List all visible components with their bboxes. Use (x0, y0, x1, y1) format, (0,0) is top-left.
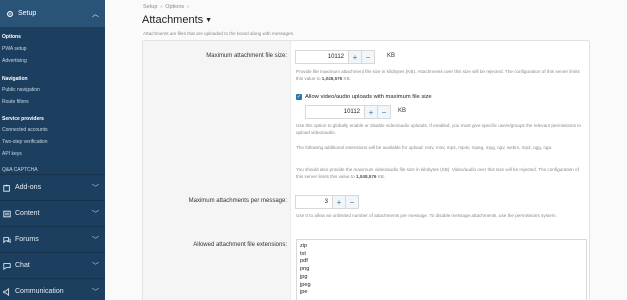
form-label-column (143, 41, 291, 300)
extension-line: png (300, 266, 310, 273)
max-file-size-stepper: 10112 + − (295, 50, 375, 64)
video-hint-1: Use this option to globally enable or di… (296, 123, 581, 135)
chat-icon (2, 261, 11, 270)
sidebar-section-chat[interactable]: Chat ﹀ (0, 252, 105, 278)
breadcrumb-item-options[interactable]: Options (165, 4, 184, 10)
checkmark-icon: ✓ (296, 94, 302, 100)
video-size-input[interactable]: 10112 (305, 105, 365, 119)
video-size-stepper: 10112 + − (305, 105, 391, 119)
options-form: Maximum attachment file size: 10112 + − … (142, 40, 590, 300)
page-description: Attachments are files that are uploaded … (143, 31, 295, 36)
caret-down-icon: ▼ (205, 17, 213, 24)
sidebar-group-navigation: Navigation (2, 75, 28, 82)
chevron-down-icon: ﹀ (92, 262, 99, 270)
hint-limit: 1,048,576 (356, 174, 377, 179)
communication-icon (2, 287, 11, 296)
admin-sidebar: Setup ︿ Options PWA setup Advertising Na… (0, 0, 105, 300)
plus-icon[interactable]: + (364, 105, 378, 119)
minus-icon[interactable]: − (361, 50, 375, 64)
hint-text: KB. (376, 174, 386, 179)
hint-limit: 1,048,576 (321, 76, 343, 81)
max-per-message-hint: Use 0 to allow an unlimited number of at… (296, 213, 557, 218)
sidebar-header-setup[interactable]: Setup ︿ (0, 0, 105, 27)
max-file-size-label: Maximum attachment file size: (206, 53, 287, 59)
allowed-extensions-label: Allowed attachment file extensions: (193, 242, 287, 248)
extension-line: jpeg (300, 281, 311, 288)
sidebar-header-label: Setup (18, 10, 37, 17)
allowed-extensions-textarea[interactable]: zip txt pdf png jpg jpeg jpe (296, 239, 587, 300)
extension-line: zip (300, 243, 308, 249)
sidebar-section-label: Add-ons (15, 184, 42, 191)
breadcrumb-separator: › (187, 4, 190, 10)
extension-line: txt (300, 250, 306, 257)
chevron-down-icon: ﹀ (92, 236, 99, 244)
sidebar-item-two-step-verification[interactable]: Two-step verification (0, 136, 105, 148)
sidebar-section-label: Content (15, 210, 40, 217)
page-title-text: Attachments (142, 14, 204, 26)
puzzle-icon (2, 183, 11, 192)
chevron-down-icon: ﹀ (92, 210, 99, 218)
max-file-size-unit: KB (387, 53, 396, 59)
extension-line: pdf (300, 258, 308, 265)
extension-line: jpg (300, 273, 308, 280)
sidebar-section-communication[interactable]: Communication ﹀ (0, 278, 105, 300)
max-file-size-hint: Provide file maximum attachment file siz… (296, 68, 586, 82)
chevron-up-icon: ︿ (92, 10, 99, 18)
sidebar-item-route-filters[interactable]: Route filters (0, 96, 105, 108)
sidebar-section-content[interactable]: Content ﹀ (0, 200, 105, 226)
sidebar-item-pwa-setup[interactable]: PWA setup (0, 43, 105, 55)
sidebar-section-add-ons[interactable]: Add-ons ﹀ (0, 174, 105, 200)
chevron-down-icon: ﹀ (92, 184, 99, 192)
main-content: Setup › Options › Attachments ▼ Attachments … (105, 0, 627, 300)
breadcrumb-separator: › (160, 4, 163, 10)
page-title[interactable]: Attachments ▼ (142, 14, 212, 26)
content-icon (2, 209, 11, 218)
extension-line: jpe (300, 289, 308, 296)
sidebar-section-label: Chat (15, 262, 30, 269)
sidebar-group-service-providers: Service providers (2, 115, 44, 122)
sidebar-item-api-keys[interactable]: API keys (0, 148, 105, 160)
video-size-unit: KB (398, 108, 407, 114)
max-file-size-input[interactable]: 10112 (295, 50, 349, 64)
max-per-message-stepper: 3 + − (295, 195, 359, 209)
max-per-message-input[interactable]: 3 (295, 195, 333, 209)
breadcrumb: Setup › Options › (143, 4, 192, 10)
gear-icon (5, 9, 14, 18)
breadcrumb-item-setup[interactable]: Setup (143, 4, 157, 10)
hint-text: KB. (342, 76, 351, 81)
max-per-message-label: Maximum attachments per message: (188, 198, 287, 204)
plus-icon[interactable]: + (332, 195, 346, 209)
hint-text: You should also provide the maximum vide… (296, 167, 579, 179)
sidebar-item-options[interactable]: Options (0, 31, 105, 43)
sidebar-section-forums[interactable]: Forums ﹀ (0, 226, 105, 252)
forums-icon (2, 235, 11, 244)
minus-icon[interactable]: − (345, 195, 359, 209)
sidebar-item-public-navigation[interactable]: Public navigation (0, 84, 105, 96)
video-hint-2: The following additional extensions will… (296, 145, 553, 150)
sidebar-section-label: Communication (15, 288, 64, 295)
sidebar-section-label: Forums (15, 236, 39, 243)
video-hint-3: You should also provide the maximum vide… (296, 166, 586, 180)
video-upload-checkbox[interactable]: ✓ Allow video/audio uploads with maximum… (296, 94, 432, 100)
chevron-down-icon: ﹀ (92, 288, 99, 296)
minus-icon[interactable]: − (377, 105, 391, 119)
video-upload-label: Allow video/audio uploads with maximum f… (305, 94, 432, 100)
sidebar-item-advertising[interactable]: Advertising (0, 55, 105, 67)
plus-icon[interactable]: + (348, 50, 362, 64)
sidebar-item-connected-accounts[interactable]: Connected accounts (0, 124, 105, 136)
